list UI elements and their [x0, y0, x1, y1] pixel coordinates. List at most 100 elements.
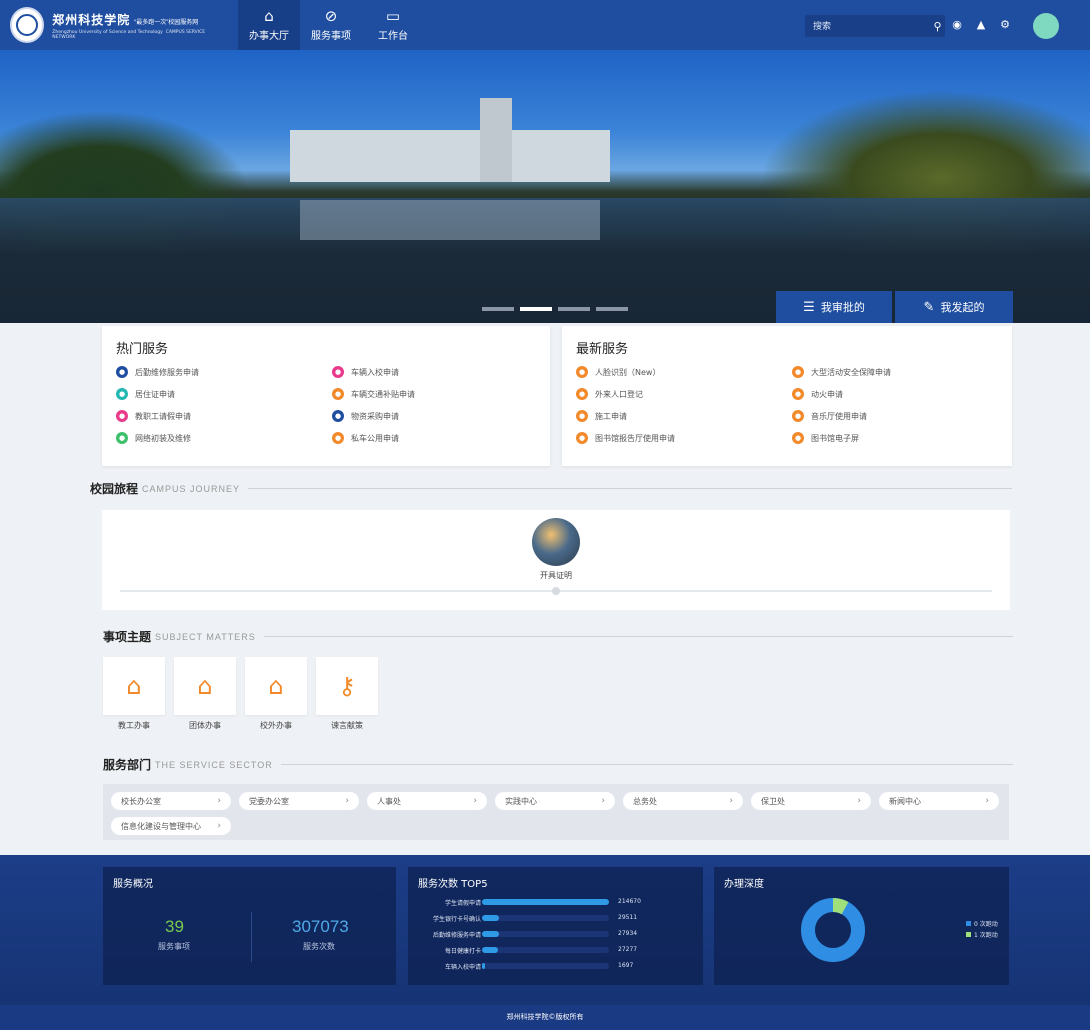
service-link[interactable]: ● 图书馆报告厅使用申请	[576, 432, 675, 444]
sector-label: 总务处	[633, 796, 657, 806]
service-icon: ●	[576, 366, 588, 378]
service-link[interactable]: ● 教职工请假申请	[116, 410, 191, 422]
carousel-dot-active[interactable]	[520, 307, 552, 311]
journey-item-label[interactable]: 开具证明	[506, 570, 606, 581]
approve-list-icon: ☰	[803, 299, 815, 315]
subject-label: 教工办事	[118, 721, 150, 730]
globe-icon[interactable]: ◉	[950, 18, 964, 31]
my-approvals-tab[interactable]: ☰ 我审批的	[776, 291, 892, 323]
service-link[interactable]: ● 图书馆电子屏	[792, 432, 859, 444]
home-icon: ⌂	[264, 7, 274, 25]
sector-pill[interactable]: 校长办公室 ›	[111, 792, 231, 810]
carousel-dot[interactable]	[482, 307, 514, 311]
depth-panel: 办理深度 0 次跑动 1 次跑动	[714, 867, 1009, 985]
sector-pill[interactable]: 总务处 ›	[623, 792, 743, 810]
top5-row: 后勤维修服务申请 27934	[408, 929, 703, 939]
journey-timeline-point[interactable]	[552, 587, 560, 595]
sector-label: 人事处	[377, 796, 401, 806]
settings-icon[interactable]: ⚙	[998, 18, 1012, 31]
user-avatar[interactable]	[1033, 13, 1059, 39]
logo-name-cn: 郑州科技学院	[52, 12, 131, 27]
chevron-right-icon: ›	[601, 796, 605, 806]
carousel-dot[interactable]	[558, 307, 590, 311]
top5-row-label: 每日健康打卡	[444, 948, 481, 955]
sector-pill[interactable]: 新闻中心 ›	[879, 792, 999, 810]
service-link[interactable]: ● 外来人口登记	[576, 388, 643, 400]
top5-row: 车辆入校申请 1697	[408, 961, 703, 971]
hot-services-card: 热门服务 ● 后勤维修服务申请 ● 车辆入校申请 ● 居住证申请 ● 车辆交通补贴申请 …	[102, 326, 550, 466]
top5-row-label: 后勤维修服务申请	[432, 932, 481, 939]
search-icon[interactable]: ⚲	[930, 20, 945, 33]
service-link[interactable]: ● 后勤维修服务申请	[116, 366, 199, 378]
top5-row-value: 27934	[618, 930, 638, 937]
service-icon: ●	[332, 410, 344, 422]
service-label: 后勤维修服务申请	[135, 367, 199, 377]
service-times-count: 307073	[292, 917, 349, 936]
service-icon: ●	[792, 388, 804, 400]
service-link[interactable]: ● 私车公用申请	[332, 432, 399, 444]
top5-row: 学生银行卡号确认 29511	[408, 913, 703, 923]
tab-label: 服务事项	[311, 31, 351, 42]
service-link[interactable]: ● 音乐厅使用申请	[792, 410, 867, 422]
subject-matters-heading: 事项主题 SUBJECT MATTERS	[103, 628, 1013, 645]
service-link[interactable]: ● 人脸识别（New）	[576, 366, 660, 378]
new-services-title: 最新服务	[576, 342, 629, 357]
logo-slogan: “最多跑一次”校园服务网	[134, 19, 199, 26]
tab-service-hall[interactable]: ⌂ 办事大厅	[238, 0, 300, 50]
service-link[interactable]: ● 网络初装及维修	[116, 432, 191, 444]
service-icon: ●	[116, 410, 128, 422]
service-link[interactable]: ● 居住证申请	[116, 388, 175, 400]
house-icon: ⌂	[268, 672, 284, 700]
service-sector-heading: 服务部门 THE SERVICE SECTOR	[103, 756, 1013, 773]
tab-workbench[interactable]: ▭ 工作台	[362, 0, 424, 50]
carousel-dot[interactable]	[596, 307, 628, 311]
sector-pill[interactable]: 人事处 ›	[367, 792, 487, 810]
service-label: 音乐厅使用申请	[811, 411, 867, 421]
service-link[interactable]: ● 大型活动安全保障申请	[792, 366, 891, 378]
bell-icon[interactable]: ▲	[974, 18, 988, 31]
top5-row-value: 27277	[618, 946, 638, 953]
statistics-section: 服务概况 39 服务事项 307073 服务次数 服务次数 TOP5 学生请假申…	[0, 855, 1090, 1005]
service-link[interactable]: ● 车辆入校申请	[332, 366, 399, 378]
my-initiated-tab[interactable]: ✎ 我发起的	[895, 291, 1013, 323]
service-icon: ●	[116, 366, 128, 378]
site-logo[interactable]: 郑州科技学院 “最多跑一次”校园服务网 Zhengzhou University …	[10, 5, 220, 45]
top5-row-label: 车辆入校申请	[444, 964, 481, 971]
panel-title: 服务次数 TOP5	[418, 879, 488, 890]
service-link[interactable]: ● 物资采购申请	[332, 410, 399, 422]
service-icon: ●	[576, 410, 588, 422]
legend-item: 0 次跑动	[966, 919, 998, 930]
sector-pill[interactable]: 保卫处 ›	[751, 792, 871, 810]
sector-pill[interactable]: 实践中心 ›	[495, 792, 615, 810]
top5-row: 学生请假申请 214670	[408, 897, 703, 907]
section-title-en: THE SERVICE SECTOR	[155, 759, 273, 770]
service-link[interactable]: ● 车辆交通补贴申请	[332, 388, 415, 400]
sector-pill[interactable]: 信息化建设与管理中心 ›	[111, 817, 231, 835]
banner-carousel-dots	[482, 307, 628, 311]
subject-staff-affairs[interactable]: ⌂	[103, 657, 165, 715]
search-input[interactable]	[805, 21, 930, 31]
tab-label: 我发起的	[940, 301, 985, 314]
top5-bar-track	[482, 947, 609, 953]
journey-avatar[interactable]	[532, 518, 580, 566]
campus-banner	[0, 50, 1090, 323]
sector-pill[interactable]: 党委办公室 ›	[239, 792, 359, 810]
subject-label: 谏言献策	[331, 721, 363, 730]
compass-icon: ⊘	[324, 7, 338, 25]
service-label: 外来人口登记	[595, 389, 643, 399]
service-label: 人脸识别（New）	[595, 367, 661, 377]
service-link[interactable]: ● 施工申请	[576, 410, 627, 422]
service-link[interactable]: ● 动火申请	[792, 388, 843, 400]
panel-title: 办理深度	[724, 879, 764, 890]
tab-service-items[interactable]: ⊘ 服务事项	[300, 0, 362, 50]
top5-bar	[482, 931, 499, 937]
tab-label: 办事大厅	[249, 31, 289, 42]
subject-offcampus-affairs[interactable]: ⌂	[245, 657, 307, 715]
subject-group-affairs[interactable]: ⌂	[174, 657, 236, 715]
subject-suggestions[interactable]: ⚷	[316, 657, 378, 715]
house-icon: ⌂	[126, 672, 142, 700]
house-icon: ⌂	[197, 672, 213, 700]
search-box: ⚲	[805, 15, 945, 37]
top5-bar	[482, 947, 499, 953]
chevron-right-icon: ›	[857, 796, 861, 806]
